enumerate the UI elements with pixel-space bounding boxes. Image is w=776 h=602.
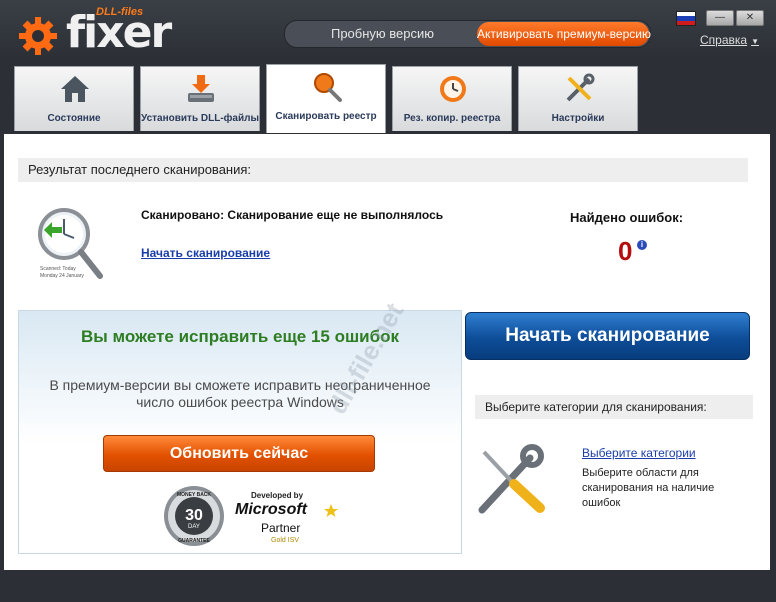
chevron-down-icon: ▼ [751,37,759,46]
tab-registry-backup[interactable]: Рез. копир. реестра [392,66,512,131]
errors-found-count: 0 [618,236,633,266]
home-icon [61,76,89,102]
ms-name: Microsoft [235,501,307,518]
gear-logo-icon [19,17,57,55]
help-label: Справка [700,33,748,47]
magnifier-icon [314,73,342,102]
trial-version-button[interactable]: Пробную версию [285,21,480,47]
icon-caption-2: Monday 24 January [40,273,84,279]
ms-partner: Partner [261,521,301,535]
scan-clock-magnifier-icon: Scanned: Today Monday 24 January [38,208,103,279]
premium-promo-panel: Вы можете исправить еще 15 ошибок В прем… [18,310,462,554]
badge-day: DAY [188,524,200,530]
scan-status-text: Сканировано: Сканирование еще не выполня… [141,208,444,222]
tab-label: Настройки [551,113,605,124]
help-menu[interactable]: Справка ▼ [700,33,759,47]
russian-flag-icon[interactable] [676,11,696,26]
tab-label: Сканировать реестр [275,111,377,122]
badge-bottom-text: GUARANTEE [178,538,210,544]
tab-install-dll[interactable]: Установить DLL-файлы [140,66,260,131]
tab-settings[interactable]: Настройки [518,66,638,131]
wrench-screwdriver-icon [478,444,545,514]
icon-caption-1: Scanned: Today [40,266,76,272]
main-panel: Результат последнего сканирования: Scann… [4,134,770,570]
tab-bar: Состояние Установить DLL-файлы Сканирова… [4,62,770,134]
title-bar: DLL-files fixer Пробную версию Активиров… [0,0,776,62]
tab-label: Рез. копир. реестра [403,113,501,124]
last-scan-header: Результат последнего сканирования: [18,158,748,182]
categories-description: Выберите области для сканирования на нал… [582,467,715,509]
money-back-badge-icon: MONEY BACK 30 DAY GUARANTEE [164,486,224,546]
ms-isv: ISV [287,537,300,544]
backup-clock-icon [440,76,466,102]
tab-label: Установить DLL-файлы [141,113,259,124]
close-button[interactable]: ✕ [736,10,764,26]
activate-premium-button[interactable]: Активировать премиум-версию [477,22,651,46]
choose-categories-link[interactable]: Выберите категории [582,446,696,460]
badge-top-text: MONEY BACK [177,492,211,498]
download-disk-icon [188,75,214,102]
start-scan-button[interactable]: Начать сканирование [465,312,750,360]
update-now-button[interactable]: Обновить сейчас [103,435,375,472]
partner-star-icon [324,504,338,517]
logo-title: fixer [66,7,172,58]
minimize-button[interactable]: — [706,10,734,26]
ms-developed-by: Developed by [251,491,304,500]
version-switch: Пробную версию Активировать премиум-верс… [284,20,651,48]
microsoft-partner-logo: Developed by Microsoft Partner Gold ISV [231,489,351,549]
start-scan-link[interactable]: Начать сканирование [141,246,270,260]
tab-status[interactable]: Состояние [14,66,134,131]
app-logo: DLL-files fixer [14,6,172,60]
ms-gold-word: Gold [271,537,286,544]
errors-found-label: Найдено ошибок: [570,210,684,225]
footer-bar [4,570,770,598]
ms-gold-isv: Gold ISV [271,537,299,544]
categories-header: Выберите категории для сканирования: [475,395,753,419]
tab-label: Состояние [47,113,101,124]
badge-number: 30 [185,507,203,524]
tab-scan-registry[interactable]: Сканировать реестр [266,64,386,133]
promo-text: В премиум-версии вы сможете исправить не… [49,377,431,410]
info-icon[interactable]: i [637,240,647,250]
tools-icon [566,73,595,102]
